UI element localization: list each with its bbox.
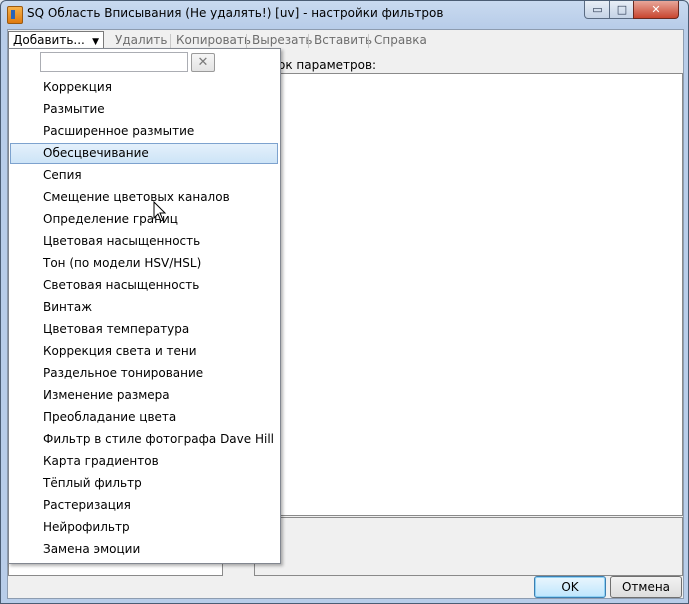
maximize-button[interactable]: □ bbox=[609, 1, 635, 19]
title-bar[interactable]: SQ Область Вписывания (Не удалять!) [uv]… bbox=[0, 0, 689, 28]
window-title: SQ Область Вписывания (Не удалять!) [uv]… bbox=[27, 6, 444, 20]
filter-option[interactable]: Раздельное тонирование bbox=[10, 363, 278, 384]
menu-cut[interactable]: Вырезать bbox=[252, 33, 313, 47]
ok-button[interactable]: OK bbox=[534, 576, 606, 598]
mouse-cursor-icon bbox=[153, 201, 167, 222]
menu-delete[interactable]: Удалить bbox=[115, 33, 168, 47]
close-icon: ✕ bbox=[197, 55, 209, 70]
filter-option[interactable]: Тёплый фильтр bbox=[10, 473, 278, 494]
menu-copy[interactable]: Копировать bbox=[176, 33, 251, 47]
app-icon bbox=[7, 6, 23, 24]
params-label: ок параметров: bbox=[278, 58, 377, 72]
filter-option[interactable]: Коррекция света и тени bbox=[10, 341, 278, 362]
filter-option[interactable]: Световая насыщенность bbox=[10, 275, 278, 296]
minimize-icon: ▭ bbox=[592, 3, 603, 16]
filter-option[interactable]: Замена эмоции bbox=[10, 539, 278, 560]
filter-option[interactable]: Цветовая температура bbox=[10, 319, 278, 340]
maximize-icon: □ bbox=[616, 3, 628, 16]
filter-option[interactable]: Коррекция bbox=[10, 77, 278, 98]
filter-option[interactable]: Определение границ bbox=[10, 209, 278, 230]
cancel-button[interactable]: Отмена bbox=[610, 576, 682, 598]
menu-separator bbox=[246, 34, 247, 48]
filter-option[interactable]: Размытие bbox=[10, 99, 278, 120]
filter-option[interactable]: Растеризация bbox=[10, 495, 278, 516]
filter-option[interactable]: Обесцвечивание bbox=[10, 143, 278, 164]
menu-separator bbox=[368, 34, 369, 48]
filter-option[interactable]: Винтаж bbox=[10, 297, 278, 318]
menu-separator bbox=[308, 34, 309, 48]
menu-help[interactable]: Справка bbox=[374, 33, 427, 47]
close-icon: ✕ bbox=[651, 3, 661, 16]
filter-option[interactable]: Фильтр в стиле фотографа Dave Hill bbox=[10, 429, 278, 450]
filter-option[interactable]: Цветовая насыщенность bbox=[10, 231, 278, 252]
filter-option[interactable]: Карта градиентов bbox=[10, 451, 278, 472]
filter-option[interactable]: Сепия bbox=[10, 165, 278, 186]
filter-option[interactable]: Изменение размера bbox=[10, 385, 278, 406]
search-input[interactable] bbox=[40, 52, 188, 72]
minimize-button[interactable]: ▭ bbox=[584, 1, 611, 19]
filter-option[interactable]: Тон (по модели HSV/HSL) bbox=[10, 253, 278, 274]
filter-option[interactable]: Преобладание цвета bbox=[10, 407, 278, 428]
filter-dropdown-popup: ✕ Коррекция Размытие Расширенное размытие О… bbox=[8, 48, 281, 564]
clear-search-button[interactable]: ✕ bbox=[191, 53, 215, 72]
preview-panel bbox=[254, 517, 683, 576]
params-panel[interactable] bbox=[254, 73, 683, 516]
menu-separator bbox=[170, 34, 171, 48]
filter-option[interactable]: Нейрофильтр bbox=[10, 517, 278, 538]
filter-option[interactable]: Смещение цветовых каналов bbox=[10, 187, 278, 208]
filter-option[interactable]: Расширенное размытие bbox=[10, 121, 278, 142]
close-button[interactable]: ✕ bbox=[633, 1, 679, 19]
menu-paste[interactable]: Вставить bbox=[314, 33, 372, 47]
add-dropdown-label: Добавить... bbox=[13, 33, 85, 47]
